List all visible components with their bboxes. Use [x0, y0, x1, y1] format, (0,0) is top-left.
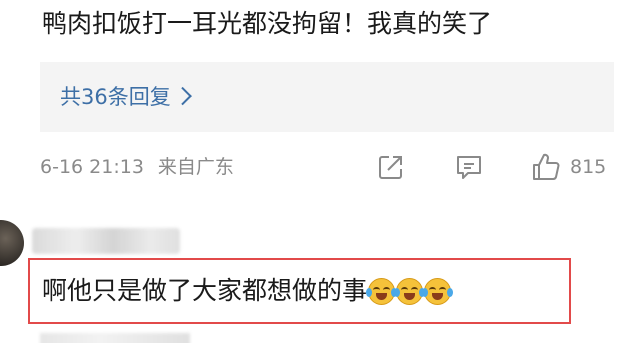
next-comment-redacted	[40, 333, 190, 343]
view-replies-label: 共36条回复	[60, 85, 171, 109]
chevron-right-icon	[173, 86, 192, 106]
repost-icon	[379, 156, 402, 179]
like-button[interactable]: 815	[530, 150, 606, 184]
location-source: 来自广东	[157, 156, 234, 178]
comment-text: 鸭肉扣饭打一耳光都没拘留！我真的笑了	[42, 9, 493, 38]
comment-button[interactable]	[454, 150, 484, 184]
timestamp: 6-16 21:13	[40, 156, 144, 178]
comment-icon	[457, 156, 481, 179]
laugh-cry-emoji-1	[366, 277, 398, 305]
highlighted-reply: 啊他只是做了大家都想做的事	[28, 258, 571, 324]
reply-content: 啊他只是做了大家都想做的事	[42, 271, 454, 311]
thumbs-up-icon	[533, 153, 560, 180]
view-replies-link[interactable]: 共36条回复	[60, 80, 192, 114]
laugh-cry-emoji-2	[394, 277, 426, 305]
comment-meta: 6-16 21:13 来自广东	[40, 150, 234, 184]
replies-panel[interactable]: 共36条回复	[40, 62, 614, 132]
laugh-cry-emoji-3	[422, 277, 454, 305]
like-count: 815	[570, 156, 607, 178]
reply-text: 啊他只是做了大家都想做的事	[42, 276, 368, 305]
comment-thread: 鸭肉扣饭打一耳光都没拘留！我真的笑了 共36条回复 6-16 21:13 来自广东…	[0, 0, 625, 343]
repost-button[interactable]	[376, 150, 406, 184]
username-redacted	[32, 228, 180, 254]
avatar[interactable]	[0, 220, 24, 266]
